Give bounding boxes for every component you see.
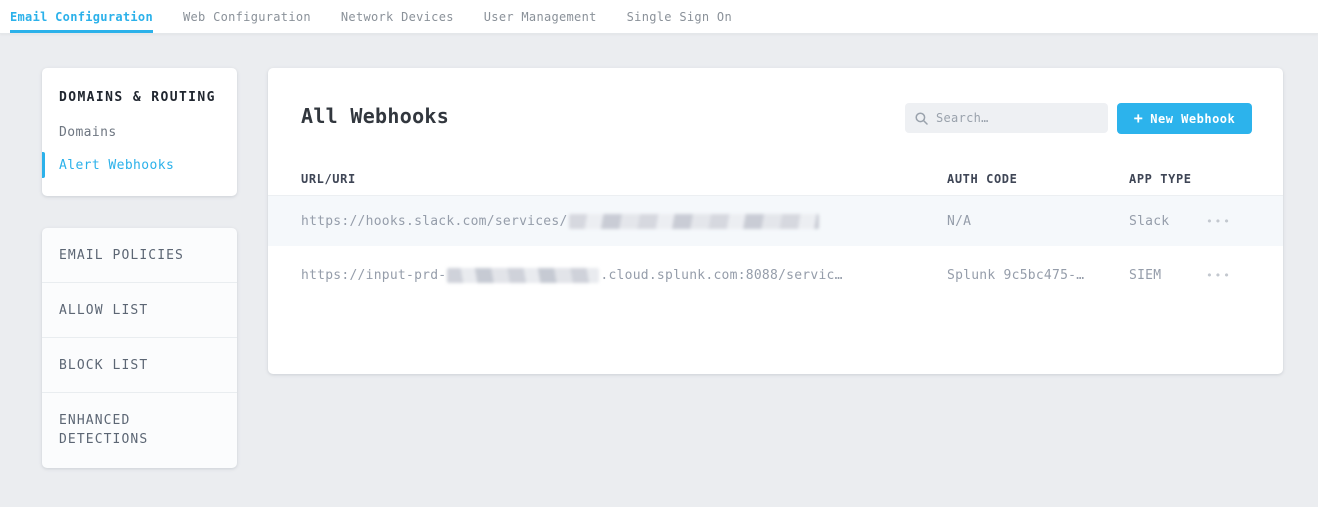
table-row: https://hooks.slack.com/services/ N/A Sl…: [268, 196, 1283, 246]
column-header-url: URL/URI: [301, 172, 356, 186]
column-header-app-type: APP TYPE: [1129, 172, 1192, 186]
sidebar-item-allow-list[interactable]: ALLOW LIST: [42, 283, 237, 338]
sidebar-item-email-policies[interactable]: EMAIL POLICIES: [42, 228, 237, 283]
table-row: https://input-prd- .cloud.splunk.com:808…: [268, 246, 1283, 304]
sidebar-item-alert-webhooks[interactable]: Alert Webhooks: [59, 158, 174, 173]
row-more-menu-icon[interactable]: •••: [1203, 246, 1235, 304]
sidebar-item-enhanced-detections[interactable]: ENHANCED DETECTIONS: [42, 393, 237, 468]
tab-user-management[interactable]: User Management: [484, 0, 597, 33]
new-webhook-button[interactable]: + New Webhook: [1117, 103, 1252, 134]
column-header-auth-code: AUTH CODE: [947, 172, 1017, 186]
page-title: All Webhooks: [301, 104, 449, 128]
search-input[interactable]: [936, 111, 1098, 125]
cell-url: https://input-prd- .cloud.splunk.com:808…: [301, 246, 843, 304]
url-text: https://hooks.slack.com/services/: [301, 214, 568, 229]
search-box: [905, 103, 1108, 133]
sidebar-sections-card: EMAIL POLICIES ALLOW LIST BLOCK LIST ENH…: [42, 228, 237, 468]
sidebar-item-block-list[interactable]: BLOCK LIST: [42, 338, 237, 393]
tab-network-devices[interactable]: Network Devices: [341, 0, 454, 33]
active-item-indicator: [42, 152, 45, 178]
url-text: https://input-prd-: [301, 268, 446, 283]
search-icon: [915, 112, 928, 125]
table-header-row: URL/URI AUTH CODE APP TYPE: [268, 163, 1283, 196]
cell-url: https://hooks.slack.com/services/: [301, 196, 820, 246]
url-text: .cloud.splunk.com:8088/servic…: [600, 268, 842, 283]
plus-icon: +: [1134, 111, 1144, 126]
sidebar-item-domains[interactable]: Domains: [59, 125, 117, 140]
top-navigation: Email Configuration Web Configuration Ne…: [0, 0, 1318, 34]
redacted-url-segment: [447, 268, 599, 283]
tab-email-configuration[interactable]: Email Configuration: [10, 0, 153, 33]
cell-app-type: Slack: [1129, 196, 1169, 246]
sidebar-section-title: DOMAINS & ROUTING: [59, 90, 216, 105]
tab-web-configuration[interactable]: Web Configuration: [183, 0, 311, 33]
row-more-menu-icon[interactable]: •••: [1203, 196, 1235, 246]
cell-auth-code: N/A: [947, 196, 971, 246]
redacted-url-segment: [569, 214, 819, 229]
webhooks-panel: All Webhooks + New Webhook URL/URI AUTH …: [268, 68, 1283, 374]
cell-app-type: SIEM: [1129, 246, 1161, 304]
cell-auth-code: Splunk 9c5bc475-…: [947, 246, 1084, 304]
sidebar-domains-routing-card: DOMAINS & ROUTING Domains Alert Webhooks: [42, 68, 237, 196]
tab-single-sign-on[interactable]: Single Sign On: [627, 0, 732, 33]
new-webhook-button-label: New Webhook: [1150, 112, 1235, 126]
